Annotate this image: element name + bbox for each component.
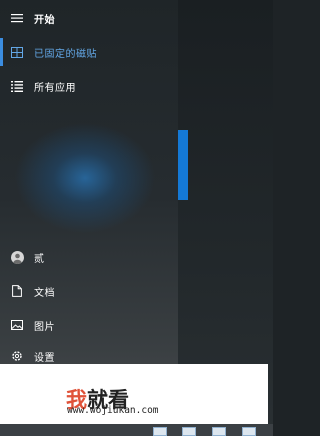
pinned-tiles-label: 已固定的磁贴	[34, 48, 97, 60]
document-icon	[0, 285, 34, 297]
pictures-label: 图片	[34, 321, 55, 333]
gear-icon	[0, 350, 34, 362]
user-account-item[interactable]: 贰	[0, 243, 178, 271]
documents-item[interactable]: 文档	[0, 277, 178, 305]
all-apps-label: 所有应用	[34, 82, 76, 94]
pinned-tiles-item[interactable]: 已固定的磁贴	[0, 38, 178, 66]
list-icon	[0, 80, 34, 92]
settings-label: 设置	[34, 352, 55, 364]
all-apps-item[interactable]: 所有应用	[0, 72, 178, 100]
picture-icon	[0, 320, 34, 330]
taskbar-tile-4[interactable]	[242, 427, 256, 436]
documents-label: 文档	[34, 287, 55, 299]
tiles-icon	[0, 46, 34, 58]
pictures-item[interactable]: 图片	[0, 311, 178, 339]
start-header-button[interactable]: 开始	[0, 4, 178, 32]
screen: ı 开始 已固定的磁贴 所有应用	[0, 0, 273, 436]
taskbar-tile-1[interactable]	[153, 427, 167, 436]
live-tile[interactable]	[178, 130, 188, 200]
taskbar	[0, 424, 273, 436]
taskbar-tile-2[interactable]	[182, 427, 196, 436]
watermark-url: www.wojiukan.com	[67, 405, 159, 416]
user-avatar-icon	[0, 250, 34, 264]
taskbar-tile-3[interactable]	[212, 427, 226, 436]
hamburger-icon	[0, 13, 34, 23]
user-name-label: 贰	[34, 253, 45, 265]
start-title: 开始	[34, 14, 55, 26]
